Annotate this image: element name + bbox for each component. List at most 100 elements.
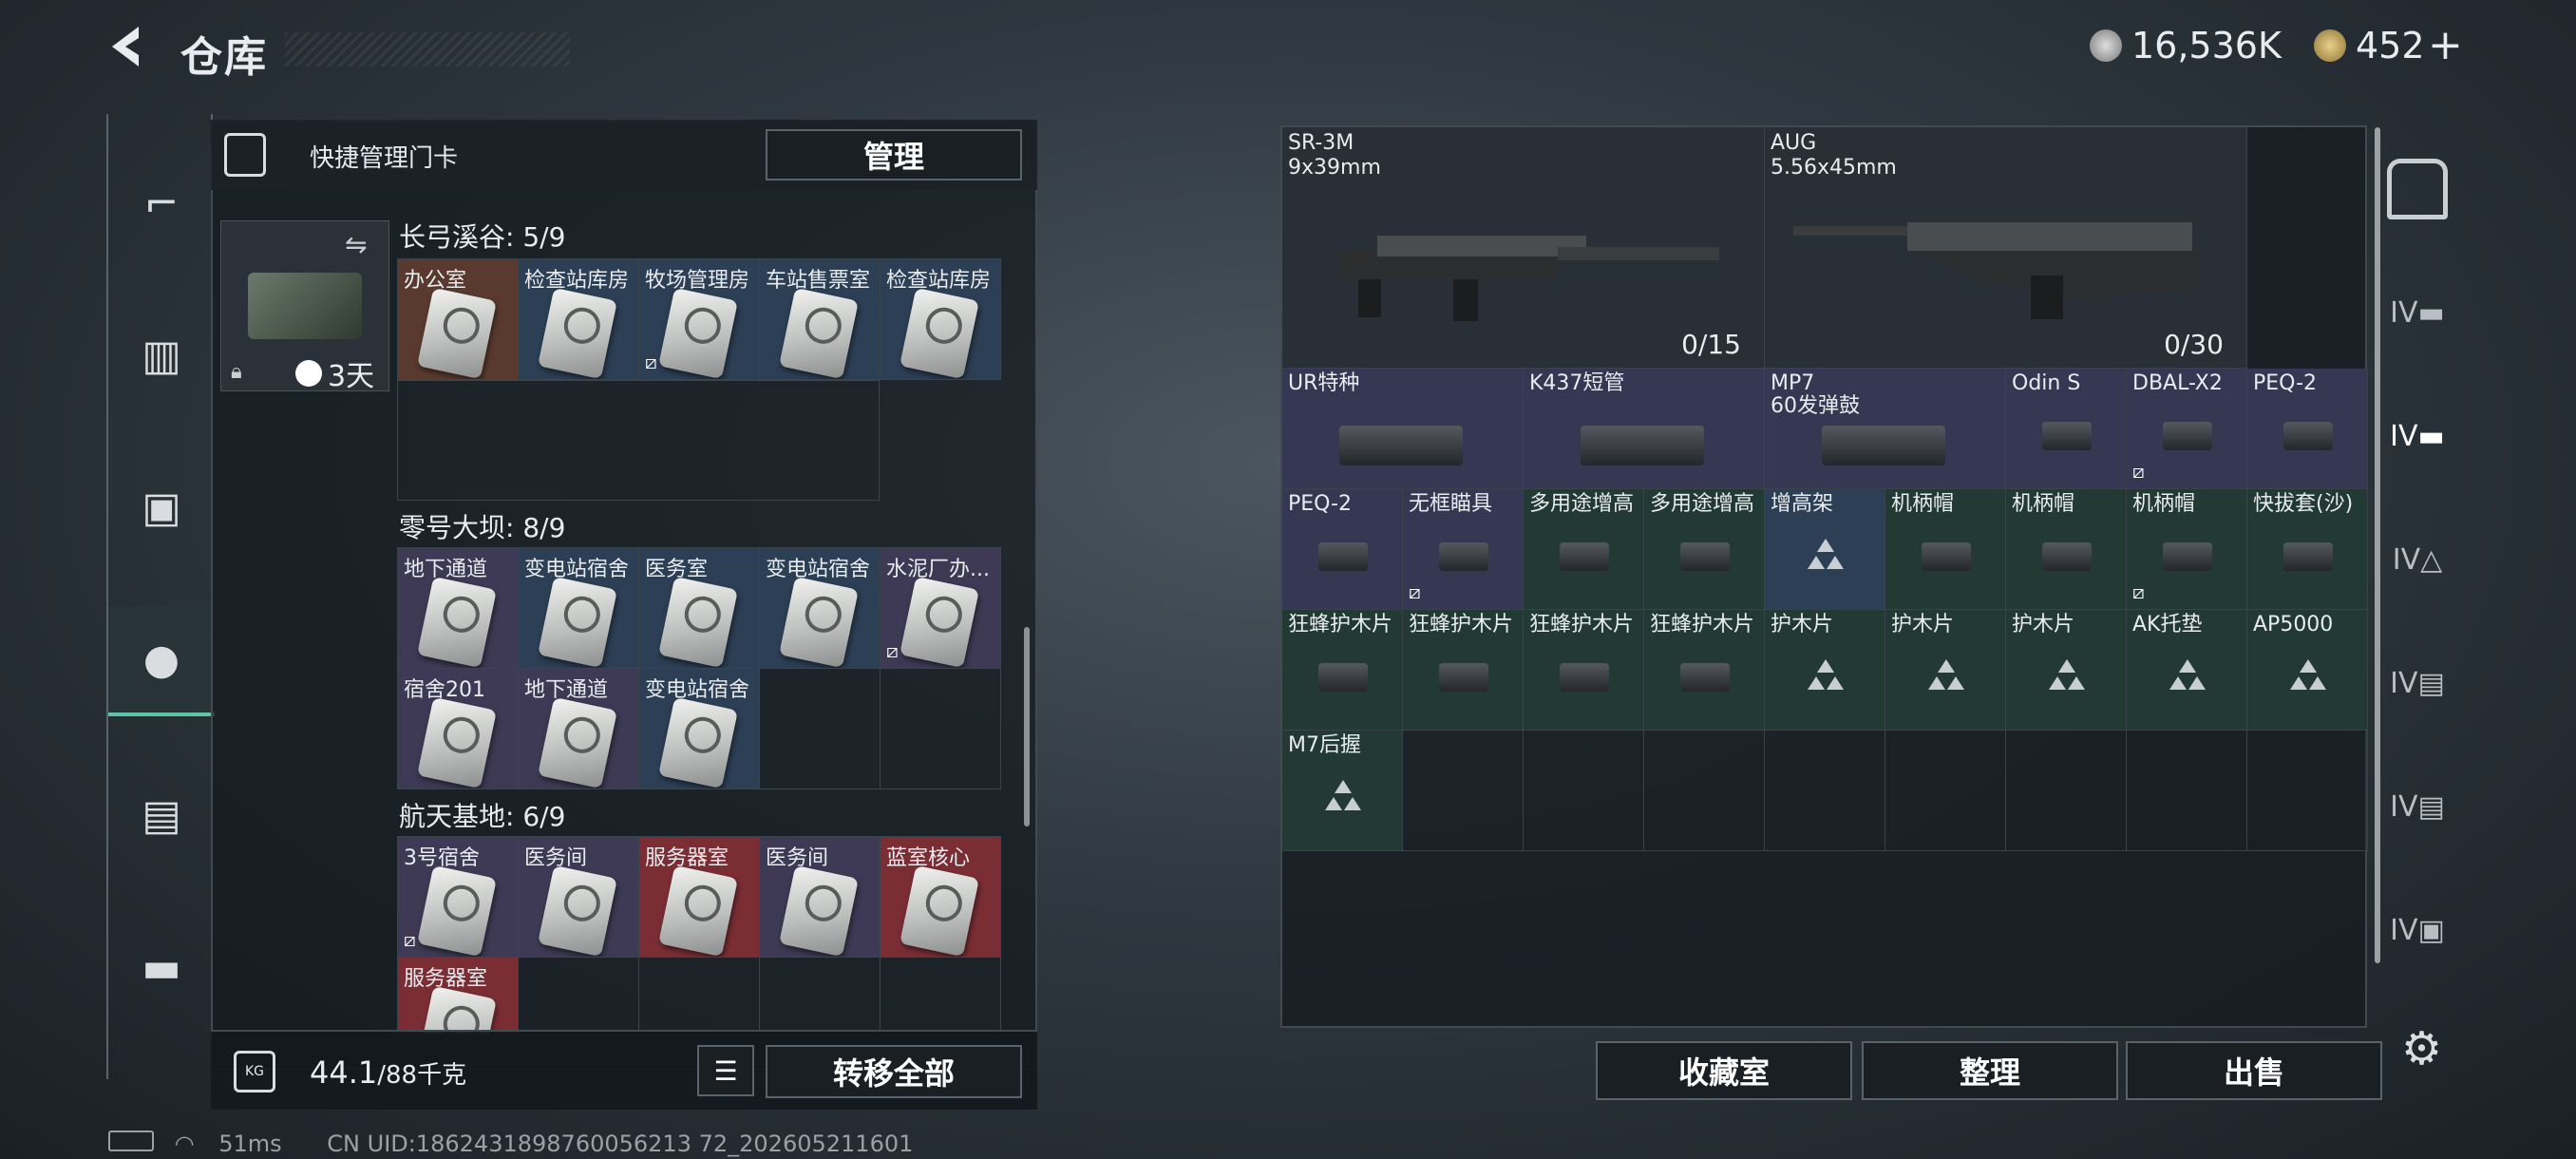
inventory-item[interactable]: AP5000: [2247, 610, 2368, 731]
weapon-slot-1[interactable]: SR-3M 9x39mm 0/15: [1282, 127, 1765, 369]
inventory-item[interactable]: DBAL-X2 ⧄: [2127, 369, 2247, 489]
rail-level-iv-5[interactable]: IV▤: [2375, 745, 2460, 868]
keycard-slot[interactable]: 变电站宿舍: [639, 669, 760, 789]
weapon-name: AUG: [1771, 131, 1817, 155]
nav-weapons[interactable]: ⌐: [108, 150, 215, 256]
inventory-item[interactable]: 护木片: [1765, 610, 1885, 731]
inventory-item[interactable]: PEQ-2: [2247, 369, 2368, 489]
keycard-case[interactable]: ⇋ 🔒︎ 3天: [220, 220, 389, 393]
keycard-image: [417, 287, 497, 379]
keycard-slot[interactable]: 检查站库房: [519, 259, 639, 380]
list-view-button[interactable]: ☰: [697, 1045, 754, 1096]
storage-icon: IV▬: [2390, 419, 2445, 453]
inventory-item[interactable]: 狂蜂护木片: [1403, 610, 1524, 731]
keycard-slot[interactable]: 蓝室核心: [881, 837, 1001, 958]
transfer-all-button[interactable]: 转移全部: [766, 1045, 1022, 1098]
sell-button[interactable]: 出售: [2126, 1041, 2382, 1100]
keycard-slot[interactable]: 3号宿舍 ⧄: [398, 837, 519, 958]
item-image: [1560, 542, 1609, 571]
rifle-image: [1793, 222, 2202, 319]
keycard-slot[interactable]: 变电站宿舍: [760, 548, 881, 669]
nav-backpack[interactable]: ▣: [108, 454, 215, 560]
item-image: [1339, 426, 1463, 466]
keycard-slot[interactable]: 办公室: [398, 259, 519, 380]
inventory-item[interactable]: K437短管: [1524, 369, 1765, 489]
keycard-image: [779, 287, 859, 379]
add-currency-button[interactable]: +: [2428, 21, 2463, 69]
keycard-slot[interactable]: 变电站宿舍: [519, 548, 639, 669]
item-image: [2042, 422, 2092, 450]
keycard-slot[interactable]: 检查站库房: [881, 259, 1001, 380]
weapon-name: SR-3M: [1288, 131, 1354, 155]
inventory-item[interactable]: 多用途增高: [1524, 489, 1644, 610]
inventory-item[interactable]: UR特种: [1282, 369, 1524, 489]
keycard-slot[interactable]: 车站售票室: [760, 259, 881, 380]
inventory-item[interactable]: 增高架: [1765, 489, 1885, 610]
keycard-image: [900, 287, 979, 379]
rail-level-iv-4[interactable]: IV▤: [2375, 621, 2460, 745]
inventory-item[interactable]: 狂蜂护木片: [1524, 610, 1644, 731]
inventory-item[interactable]: Odin S: [2006, 369, 2127, 489]
keycard-slot[interactable]: 医务室: [639, 548, 760, 669]
inventory-item[interactable]: 狂蜂护木片: [1282, 610, 1403, 731]
keycard-slot[interactable]: 医务间: [519, 837, 639, 958]
manage-button[interactable]: 管理: [766, 129, 1022, 180]
keycard-slot[interactable]: 地下通道: [398, 548, 519, 669]
rail-level-iv-3[interactable]: IV△: [2375, 498, 2460, 621]
nav-case[interactable]: ●: [108, 606, 215, 716]
storage-icon: IV▤: [2390, 666, 2445, 700]
inventory-item[interactable]: 机柄帽: [1885, 489, 2006, 610]
inventory-item[interactable]: PEQ-2: [1282, 489, 1403, 610]
collection-button[interactable]: 收藏室: [1596, 1041, 1852, 1100]
keycard-slot[interactable]: 水泥厂办... ⧄: [881, 548, 1001, 669]
empty-slot: [1644, 731, 1765, 851]
rail-level-iv-1[interactable]: IV▬: [2375, 251, 2460, 374]
weapon-slot-2[interactable]: AUG 5.56x45mm 0/30: [1765, 127, 2247, 369]
item-image: [1680, 663, 1730, 692]
empty-slot: [1403, 731, 1524, 851]
ping: 51ms: [218, 1130, 282, 1157]
keycard-slot[interactable]: 牧场管理房 ⧄: [639, 259, 760, 380]
keycard-slot[interactable]: 服务器室: [639, 837, 760, 958]
item-label: 机柄帽: [1891, 492, 1955, 516]
inventory-item[interactable]: 多用途增高: [1644, 489, 1765, 610]
rail-home[interactable]: [2375, 127, 2460, 251]
inventory-item[interactable]: 护木片: [1885, 610, 2006, 731]
settings-gear-icon[interactable]: ⚙: [2401, 1022, 2442, 1075]
nav-toolbox[interactable]: ▬: [108, 914, 215, 1020]
back-button[interactable]: [104, 23, 152, 70]
item-image: [2163, 422, 2212, 450]
clock-icon: [295, 360, 322, 387]
keycard-image: [658, 696, 738, 788]
keycard-slot[interactable]: 服务器室: [398, 958, 519, 1034]
inventory-item[interactable]: 机柄帽: [2006, 489, 2127, 610]
keycard-label: 牧场管理房: [645, 269, 750, 293]
inventory-item[interactable]: MP7 60发弹鼓: [1765, 369, 2006, 489]
placeholder-triangle-icon: [2169, 659, 2206, 690]
inventory-item[interactable]: 无框瞄具 ⧄: [1403, 489, 1524, 610]
rail-level-iv-6[interactable]: IV▣: [2375, 868, 2460, 992]
inventory-item[interactable]: 机柄帽 ⧄: [2127, 489, 2247, 610]
keycard-slot[interactable]: 地下通道: [519, 669, 639, 789]
inventory-item[interactable]: M7后握: [1282, 731, 1403, 851]
item-image: [1439, 663, 1488, 692]
swap-icon[interactable]: ⇋: [345, 229, 367, 260]
keycard-slot[interactable]: 医务间: [760, 837, 881, 958]
keycard-image: [417, 696, 497, 788]
empty-slot: [1765, 731, 1885, 851]
scrollbar[interactable]: [1024, 627, 1030, 826]
inventory-item[interactable]: AK托垫: [2127, 610, 2247, 731]
rail-level-iv-2[interactable]: IV▬: [2375, 374, 2460, 498]
keycard-slot[interactable]: 宿舍201: [398, 669, 519, 789]
nav-keycard[interactable]: ▤: [108, 762, 215, 868]
inventory-item[interactable]: 快拔套(沙): [2247, 489, 2368, 610]
gun-icon: ⌐: [143, 179, 180, 228]
nav-armor[interactable]: ▥: [108, 302, 215, 408]
inventory-item[interactable]: 护木片: [2006, 610, 2127, 731]
unusable-icon: ⧄: [645, 351, 657, 373]
storage-icon: IV▤: [2390, 789, 2445, 824]
inventory-item[interactable]: 狂蜂护木片: [1644, 610, 1765, 731]
coin-icon: [2090, 29, 2122, 62]
item-label: PEQ-2: [1288, 492, 1353, 516]
organize-button[interactable]: 整理: [1862, 1041, 2118, 1100]
